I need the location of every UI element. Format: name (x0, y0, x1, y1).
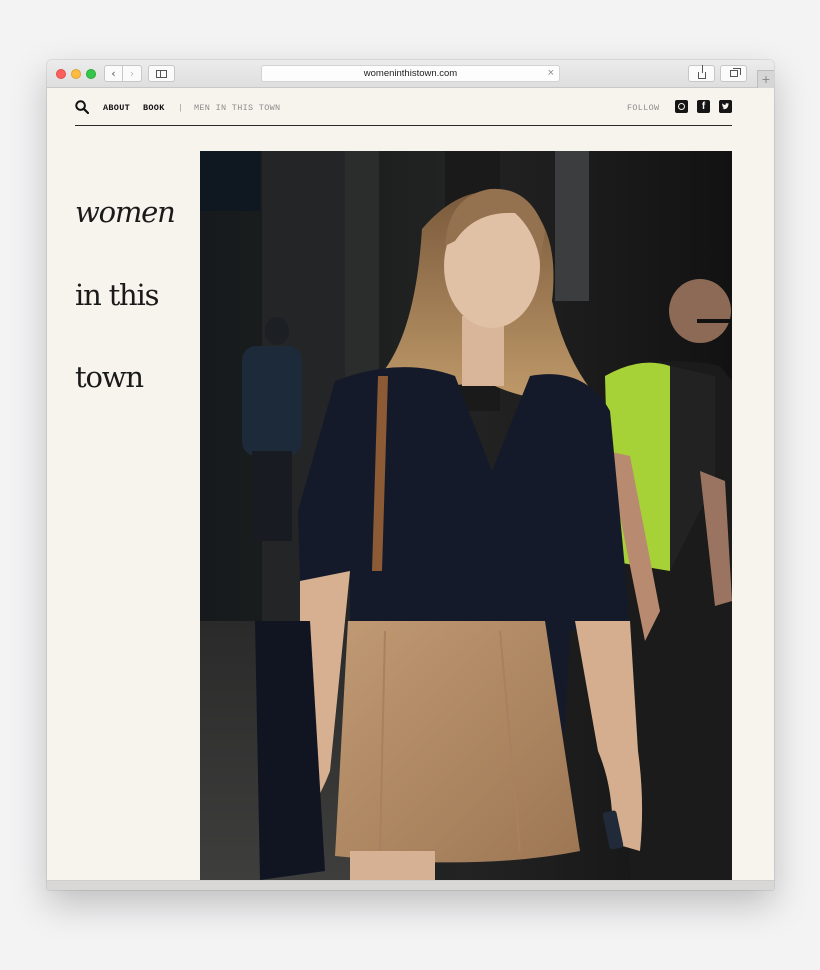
share-icon (697, 65, 706, 79)
instagram-icon[interactable] (675, 100, 688, 113)
facebook-icon[interactable]: f (697, 100, 710, 113)
stop-loading-icon[interactable]: × (548, 66, 554, 81)
sidebar-toggle-button[interactable] (148, 65, 175, 82)
search-icon[interactable] (75, 100, 89, 114)
sidebar-icon (156, 69, 167, 78)
nav-about-link[interactable]: ABOUT (103, 103, 130, 113)
forward-button[interactable]: › (123, 65, 142, 82)
logo-line-1: women (75, 195, 176, 230)
new-tab-button[interactable]: + (757, 70, 774, 88)
nav-men-in-this-town-link[interactable]: MEN IN THIS TOWN (194, 103, 280, 113)
nav-separator: | (178, 103, 184, 113)
minimize-window-button[interactable] (71, 69, 81, 79)
show-tabs-button[interactable] (720, 65, 747, 82)
zoom-window-button[interactable] (86, 69, 96, 79)
site-logo[interactable]: women in this town (75, 144, 195, 447)
share-button[interactable] (688, 65, 715, 82)
address-bar[interactable]: womeninthistown.com × (261, 65, 560, 82)
twitter-icon[interactable] (719, 100, 732, 113)
url-text: womeninthistown.com (363, 68, 458, 79)
site-navigation: ABOUT BOOK | MEN IN THIS TOWN FOLLOW f (75, 88, 732, 126)
window-bottom-edge (47, 880, 774, 890)
back-button[interactable]: ‹ (104, 65, 123, 82)
browser-toolbar: ‹ › womeninthistown.com × + (47, 60, 774, 88)
nav-book-link[interactable]: BOOK (143, 103, 165, 113)
follow-label: FOLLOW (627, 103, 660, 113)
logo-line-3: town (75, 360, 144, 395)
browser-window: ‹ › womeninthistown.com × + ABOUT BOOK |… (47, 60, 774, 890)
close-window-button[interactable] (56, 69, 66, 79)
tabs-icon (729, 68, 741, 77)
chevron-left-icon: ‹ (111, 67, 116, 80)
hero-photo[interactable] (200, 151, 732, 880)
chevron-right-icon: › (129, 67, 135, 80)
logo-line-2: in this (75, 277, 159, 312)
